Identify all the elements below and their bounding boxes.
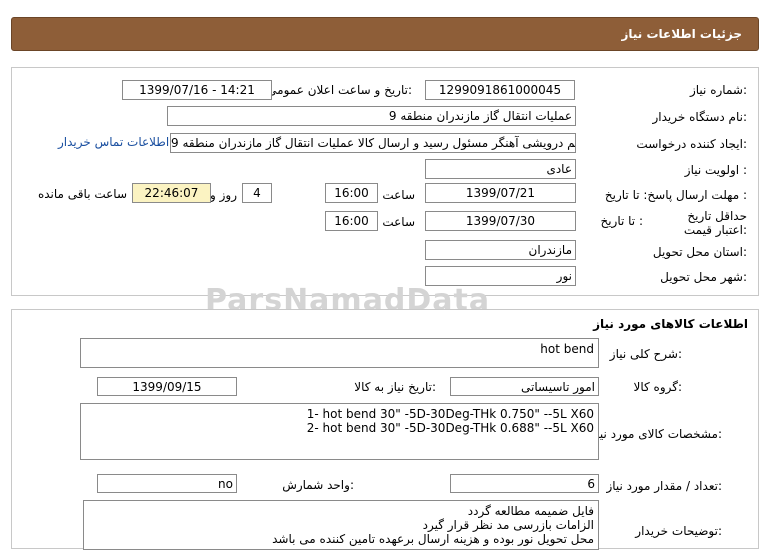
- announce-field: 1399/07/16 - 14:21: [122, 80, 272, 100]
- creator-field: میثم درویشی آهنگر مسئول رسید و ارسال کال…: [170, 133, 576, 153]
- spec-line-1: 1- hot bend 30" -5D-30Deg-THk 0.750" --5…: [306, 407, 594, 421]
- notes-line-3: محل تحویل نور بوده و هزینه ارسال برعهده …: [272, 532, 594, 546]
- page-header: جزئیات اطلاعات نیاز: [11, 17, 759, 51]
- creator-label: ایجاد کننده درخواست:: [636, 137, 747, 151]
- need-number-field: 1299091861000045: [425, 80, 575, 100]
- validity-time-label: ساعت: [382, 215, 415, 229]
- reply-deadline-title: مهلت ارسال پاسخ:: [643, 188, 740, 202]
- notes-line-2: الزامات بازرسی مد نظر قرار گیرد: [422, 518, 594, 532]
- validity-to-date-label: تا تاریخ :: [600, 214, 643, 228]
- page-title: جزئیات اطلاعات نیاز: [621, 27, 742, 41]
- city-label: شهر محل تحویل:: [660, 270, 747, 284]
- general-desc-field: hot bend: [80, 338, 599, 368]
- reply-deadline-label: مهلت ارسال پاسخ: تا تاریخ :: [605, 188, 747, 202]
- notes-line-1: فایل ضمیمه مطالعه گردد: [467, 504, 594, 518]
- group-field: امور تاسیساتی: [450, 377, 599, 396]
- notes-field: فایل ضمیمه مطالعه گردد الزامات بازرسی مد…: [83, 500, 599, 550]
- need-date-field: 1399/09/15: [97, 377, 237, 396]
- validity-label: حداقل تاریخ اعتبار قیمت:: [683, 209, 747, 237]
- spec-line-2: 2- hot bend 30" -5D-30Deg-THk 0.688" --5…: [306, 421, 594, 435]
- unit-label: واحد شمارش:: [282, 478, 354, 492]
- qty-label: تعداد / مقدار مورد نیاز:: [606, 479, 722, 493]
- city-field: نور: [425, 266, 576, 286]
- qty-field: 6: [450, 474, 599, 493]
- priority-label: اولویت نیاز :: [684, 163, 747, 177]
- days-remaining-field: 4: [242, 183, 272, 203]
- time-remaining-label: ساعت باقی مانده: [37, 187, 127, 201]
- need-date-label: تاریخ نیاز به کالا:: [354, 380, 436, 394]
- province-field: مازندران: [425, 240, 576, 260]
- buyer-org-label: نام دستگاه خریدار:: [652, 110, 748, 124]
- buyer-contact-link[interactable]: اطلاعات تماس خریدار: [58, 135, 169, 149]
- announce-label: تاریخ و ساعت اعلان عمومی:: [267, 83, 412, 97]
- general-desc-label: شرح کلی نیاز:: [609, 347, 682, 361]
- province-label: استان محل تحویل:: [652, 245, 747, 259]
- spec-label: مشخصات کالای مورد نیاز:: [590, 427, 722, 441]
- priority-field: عادی: [425, 159, 576, 179]
- time-remaining-field: 22:46:07: [132, 183, 211, 203]
- notes-label: توضیحات خریدار:: [635, 524, 722, 538]
- unit-field: no: [97, 474, 237, 493]
- validity-date-field: 1399/07/30: [425, 211, 576, 231]
- days-label: روز و: [210, 188, 237, 202]
- group-label: گروه کالا:: [633, 380, 683, 394]
- validity-time-field: 16:00: [325, 211, 378, 231]
- reply-date-field: 1399/07/21: [425, 183, 576, 203]
- need-info-panel: [11, 67, 759, 296]
- need-number-label: شماره نیاز:: [689, 83, 747, 97]
- spec-field: 1- hot bend 30" -5D-30Deg-THk 0.750" --5…: [80, 403, 599, 460]
- goods-section-title: اطلاعات کالاهای مورد نیاز: [593, 317, 748, 331]
- buyer-org-field: عملیات انتقال گاز مازندران منطقه 9: [167, 106, 576, 126]
- general-desc-text: hot bend: [540, 342, 594, 356]
- reply-time-field: 16:00: [325, 183, 378, 203]
- reply-time-label: ساعت: [382, 188, 415, 202]
